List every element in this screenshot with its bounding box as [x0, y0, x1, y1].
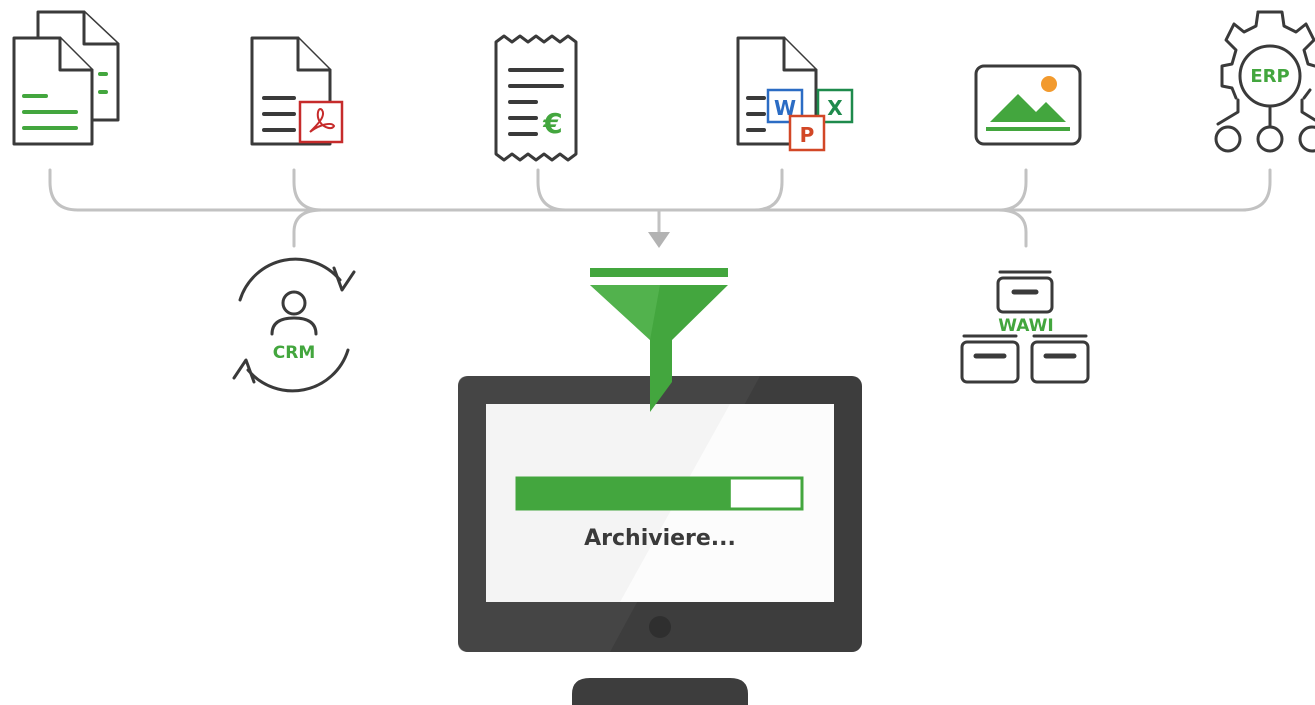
monitor-stand: [572, 678, 748, 705]
crm-label: CRM: [273, 343, 315, 363]
erp-system-icon: ERP: [1214, 10, 1315, 153]
progress-fill: [517, 478, 731, 509]
pdf-document-icon: [250, 36, 344, 146]
svg-text:P: P: [800, 123, 815, 147]
monitor: Archiviere...: [458, 376, 862, 705]
euro-receipt-icon: €: [494, 34, 578, 162]
image-icon: [974, 64, 1082, 146]
svg-text:X: X: [827, 96, 843, 120]
crm-system-icon: CRM: [232, 257, 356, 393]
status-text: Archiviere...: [584, 526, 736, 551]
erp-label: ERP: [1250, 66, 1289, 87]
down-arrow-icon: [648, 232, 670, 248]
wawi-label: WAWI: [998, 316, 1053, 336]
euro-symbol: €: [542, 107, 562, 140]
text-documents-icon: [12, 10, 120, 146]
archive-diagram: € W X P ERP CRM WAWI Archiviere...: [12, 10, 1315, 705]
monitor-button: [649, 616, 671, 638]
office-documents-icon: W X P: [736, 36, 854, 152]
wawi-system-icon: WAWI: [960, 270, 1090, 384]
